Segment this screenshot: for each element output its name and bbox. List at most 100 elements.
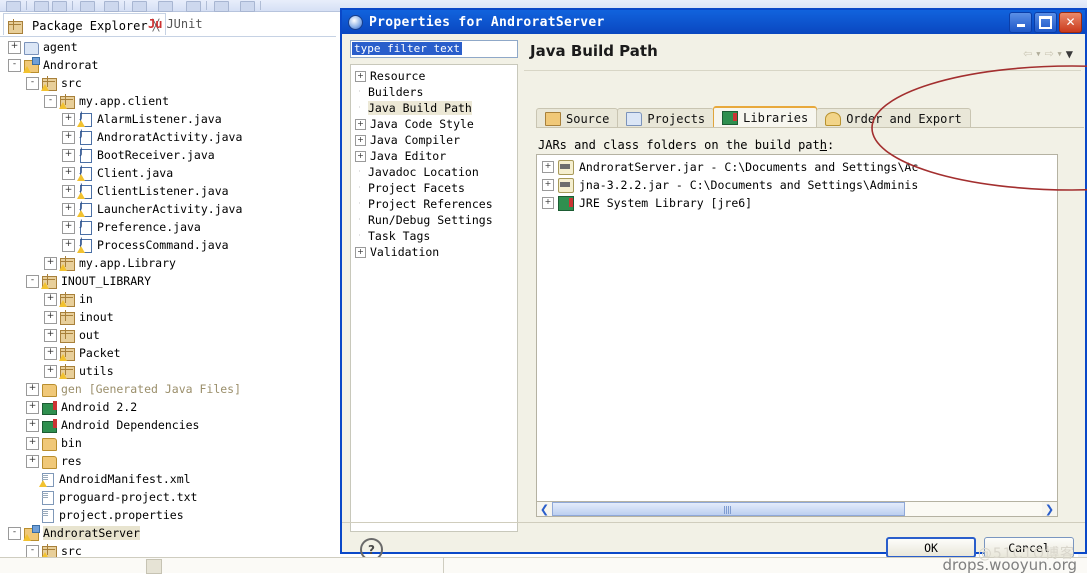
hscroll-thumb[interactable] (552, 502, 905, 516)
expand-toggle-icon[interactable]: + (62, 112, 75, 126)
expand-toggle-icon[interactable]: + (542, 197, 554, 209)
expand-toggle-icon[interactable]: + (26, 400, 39, 414)
chevron-down-icon[interactable]: ▼ (1036, 50, 1040, 58)
tab-projects[interactable]: Projects (617, 108, 715, 128)
toolbar-icon-9[interactable] (214, 1, 229, 12)
expand-toggle-icon[interactable]: + (44, 292, 57, 306)
jar-list-item[interactable]: + AndroratServer.jar - C:\Documents and S… (542, 158, 1057, 176)
tree-item[interactable]: + LauncherActivity.java (0, 200, 328, 218)
expand-toggle-icon[interactable]: + (62, 202, 75, 216)
maximize-button[interactable] (1034, 11, 1057, 33)
expand-toggle-icon[interactable]: + (44, 310, 57, 324)
toolbar-icon-5[interactable] (104, 1, 119, 12)
jar-list-hscrollbar[interactable]: ❮ ❯ (536, 501, 1058, 517)
expand-toggle-icon[interactable]: + (26, 418, 39, 432)
tree-item[interactable]: + ProcessCommand.java (0, 236, 328, 254)
collapse-toggle-icon[interactable]: - (44, 94, 57, 108)
expand-toggle-icon[interactable]: + (44, 256, 57, 270)
expand-toggle-icon[interactable]: + (62, 166, 75, 180)
nav-item-validation[interactable]: + Validation (355, 244, 517, 260)
nav-item-resource[interactable]: + Resource (355, 68, 517, 84)
settings-nav-tree[interactable]: + Resource · Builders · Java Build Path + Java … (350, 64, 518, 532)
expand-toggle-icon[interactable]: + (26, 454, 39, 468)
forward-arrow-icon[interactable]: ⇨ (1045, 46, 1054, 61)
toolbar-icon-8[interactable] (186, 1, 201, 12)
tree-item[interactable]: + out (0, 326, 328, 344)
ok-button[interactable]: OK (886, 537, 976, 558)
build-path-tabs[interactable]: Source Projects Libraries Order and Export (536, 106, 971, 128)
expand-toggle-icon[interactable]: + (355, 246, 366, 258)
toolbar-icon-4[interactable] (80, 1, 95, 12)
tree-item[interactable]: + res (0, 452, 328, 470)
nav-item-run-debug-settings[interactable]: · Run/Debug Settings (355, 212, 517, 228)
tree-item[interactable]: proguard-project.txt (0, 488, 328, 506)
hscroll-track[interactable] (552, 502, 1042, 516)
nav-item-java-code-style[interactable]: + Java Code Style (355, 116, 517, 132)
jar-list-item[interactable]: + jna-3.2.2.jar - C:\Documents and Settin… (542, 176, 1057, 194)
expand-toggle-icon[interactable]: + (26, 436, 39, 450)
toolbar-icon-7[interactable] (158, 1, 173, 12)
back-arrow-icon[interactable]: ⇦ (1023, 46, 1032, 61)
tree-item[interactable]: + in (0, 290, 328, 308)
tree-item[interactable]: - my.app.client (0, 92, 328, 110)
page-history-nav[interactable]: ⇦ ▼ ⇨ ▼ ▼ (1023, 46, 1073, 61)
tree-item[interactable]: + Preference.java (0, 218, 328, 236)
expand-toggle-icon[interactable]: + (62, 184, 75, 198)
expand-toggle-icon[interactable]: + (62, 238, 75, 252)
tab-source[interactable]: Source (536, 108, 619, 128)
tab-libraries[interactable]: Libraries (713, 106, 818, 128)
expand-toggle-icon[interactable]: + (8, 40, 21, 54)
toolbar-icon-1[interactable] (6, 1, 21, 12)
nav-item-javadoc-location[interactable]: · Javadoc Location (355, 164, 517, 180)
tree-item[interactable]: - src (0, 74, 328, 92)
tab-junit[interactable]: Ju JUnit (148, 17, 203, 31)
expand-toggle-icon[interactable]: + (542, 161, 554, 173)
expand-toggle-icon[interactable]: + (355, 150, 366, 162)
collapse-toggle-icon[interactable]: - (26, 76, 39, 90)
chevron-down-icon[interactable]: ▼ (1058, 50, 1062, 58)
expand-toggle-icon[interactable]: + (26, 382, 39, 396)
minimize-button[interactable] (1009, 11, 1032, 33)
tab-order-and-export[interactable]: Order and Export (816, 108, 971, 128)
nav-item-project-references[interactable]: · Project References (355, 196, 517, 212)
expand-toggle-icon[interactable]: + (355, 134, 366, 146)
taskbar-cell[interactable] (168, 558, 274, 573)
nav-item-java-editor[interactable]: + Java Editor (355, 148, 517, 164)
collapse-toggle-icon[interactable]: - (8, 58, 21, 72)
tree-item[interactable]: project.properties (0, 506, 328, 524)
tree-item[interactable]: + Packet (0, 344, 328, 362)
collapse-toggle-icon[interactable]: - (8, 526, 21, 540)
toolbar-icon-6[interactable] (132, 1, 147, 12)
expand-toggle-icon[interactable]: + (62, 130, 75, 144)
expand-toggle-icon[interactable]: + (62, 148, 75, 162)
tab-package-explorer[interactable]: Package Explorer ╳ (3, 13, 167, 35)
expand-toggle-icon[interactable]: + (542, 179, 554, 191)
scroll-right-button[interactable]: ❯ (1042, 502, 1057, 516)
tree-item[interactable]: + my.app.Library (0, 254, 328, 272)
expand-toggle-icon[interactable]: + (62, 220, 75, 234)
taskbar-cell[interactable] (0, 558, 109, 573)
nav-item-builders[interactable]: · Builders (355, 84, 517, 100)
tree-item[interactable]: + agent (0, 38, 328, 56)
tree-item[interactable]: + utils (0, 362, 328, 380)
collapse-toggle-icon[interactable]: - (26, 274, 39, 288)
page-menu-icon[interactable]: ▼ (1066, 47, 1073, 61)
toolbar-icon-10[interactable] (240, 1, 255, 12)
tree-item[interactable]: + BootReceiver.java (0, 146, 328, 164)
taskbar-cell[interactable] (273, 558, 444, 573)
tree-item[interactable]: + AndroratActivity.java (0, 128, 328, 146)
dialog-title-bar[interactable]: Properties for AndroratServer ✕ (342, 10, 1085, 34)
expand-toggle-icon[interactable]: + (44, 328, 57, 342)
scroll-left-button[interactable]: ❮ (537, 502, 552, 516)
tree-item[interactable]: AndroidManifest.xml (0, 470, 328, 488)
tree-item[interactable]: + ClientListener.java (0, 182, 328, 200)
expand-toggle-icon[interactable]: + (44, 364, 57, 378)
tree-item[interactable]: - AndroratServer (0, 524, 328, 542)
jar-list-item[interactable]: + JRE System Library [jre6] (542, 194, 1057, 212)
tree-item[interactable]: + AlarmListener.java (0, 110, 328, 128)
package-explorer-tree[interactable]: +agent-Androrat-src-my.app.client+AlarmL… (0, 38, 328, 572)
tree-item[interactable]: + Android 2.2 (0, 398, 328, 416)
toolbar-icon-2[interactable] (34, 1, 49, 12)
tree-item[interactable]: + Client.java (0, 164, 328, 182)
nav-item-project-facets[interactable]: · Project Facets (355, 180, 517, 196)
